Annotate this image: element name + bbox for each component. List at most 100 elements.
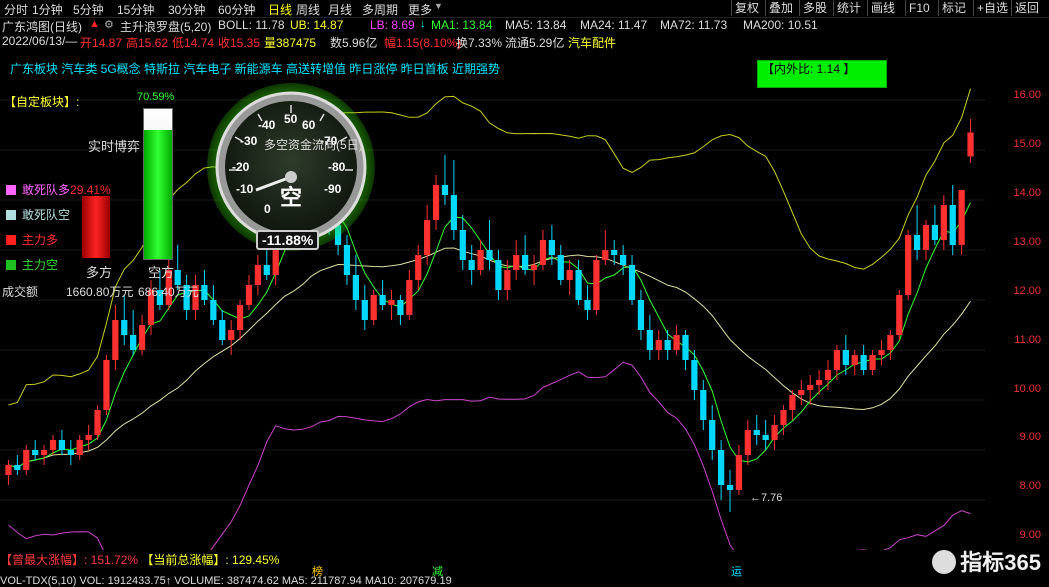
candle[interactable] <box>762 420 769 450</box>
candle[interactable] <box>798 380 805 405</box>
candle[interactable] <box>833 345 841 380</box>
candle[interactable] <box>76 435 83 460</box>
candle[interactable] <box>655 330 662 360</box>
candle[interactable] <box>459 215 466 270</box>
candle[interactable] <box>370 290 377 325</box>
draw-line-button[interactable]: 画线 <box>867 0 898 16</box>
f10-button[interactable]: F10 <box>905 0 933 16</box>
candle[interactable] <box>495 250 502 300</box>
volume-indicator-line[interactable]: VOL-TDX(5,10) VOL: 1912433.75↑ VOLUME: 3… <box>0 575 452 587</box>
tab-monthly[interactable]: 月线 <box>328 1 352 18</box>
tab-1min[interactable]: 1分钟 <box>32 1 63 18</box>
candle[interactable] <box>584 285 591 320</box>
tab-15min[interactable]: 15分钟 <box>117 1 154 18</box>
candle[interactable] <box>352 255 359 310</box>
tab-5min[interactable]: 5分钟 <box>73 1 104 18</box>
candle[interactable] <box>691 350 698 400</box>
candle[interactable] <box>441 155 449 205</box>
candle[interactable] <box>931 205 939 245</box>
add-favorite-button[interactable]: +自选 <box>973 0 1011 16</box>
overlay-button[interactable]: 叠加 <box>765 0 796 16</box>
candle[interactable] <box>468 245 475 285</box>
candle[interactable] <box>85 425 92 450</box>
candle[interactable] <box>130 310 137 355</box>
tab-fenshi[interactable]: 分时 <box>4 1 28 18</box>
candle[interactable] <box>771 415 778 450</box>
candle[interactable] <box>379 280 386 310</box>
candle[interactable] <box>406 270 413 320</box>
candle[interactable] <box>245 275 253 310</box>
candle[interactable] <box>103 355 110 415</box>
candle[interactable] <box>522 235 529 275</box>
candle[interactable] <box>922 220 930 260</box>
candle[interactable] <box>5 460 12 485</box>
candle[interactable] <box>735 445 743 495</box>
candle[interactable] <box>138 315 146 355</box>
candle[interactable] <box>112 305 119 370</box>
candle[interactable] <box>486 220 493 270</box>
indicator-name[interactable]: 主升浪罗盘(5,20) <box>120 18 211 35</box>
candle[interactable] <box>887 330 894 360</box>
candle[interactable] <box>530 255 538 285</box>
candle[interactable] <box>94 405 101 440</box>
candle[interactable] <box>415 245 422 290</box>
candle[interactable] <box>593 255 600 315</box>
candle[interactable] <box>67 440 74 465</box>
candle[interactable] <box>958 190 965 255</box>
candle[interactable] <box>361 285 368 330</box>
candle[interactable] <box>682 330 689 370</box>
settings-icon[interactable]: ⚙ <box>104 18 114 31</box>
candle[interactable] <box>967 119 974 163</box>
tab-more[interactable]: 更多 <box>408 1 432 18</box>
candle[interactable] <box>424 205 431 265</box>
restore-rights-button[interactable]: 复权 <box>731 0 762 16</box>
candle[interactable] <box>949 185 956 255</box>
tab-60min[interactable]: 60分钟 <box>218 1 255 18</box>
candle[interactable] <box>717 440 725 500</box>
candle[interactable] <box>121 295 128 345</box>
candle[interactable] <box>753 415 760 445</box>
tab-weekly[interactable]: 周线 <box>296 1 320 18</box>
candle[interactable] <box>14 455 21 475</box>
candle[interactable] <box>905 230 912 300</box>
candle[interactable] <box>628 255 636 305</box>
candle[interactable] <box>40 445 48 465</box>
candle[interactable] <box>566 260 573 295</box>
candle[interactable] <box>557 245 564 285</box>
candle[interactable] <box>815 370 823 395</box>
multi-stock-button[interactable]: 多股 <box>799 0 830 16</box>
candle[interactable] <box>477 240 484 275</box>
candle[interactable] <box>219 310 226 345</box>
concept-tags[interactable]: 广东板块 汽车类 5G概念 特斯拉 汽车电子 新能源车 高送转增值 昨日涨停 昨… <box>10 60 500 76</box>
candle[interactable] <box>646 315 653 360</box>
mark-button[interactable]: 标记 <box>938 0 969 16</box>
candle[interactable] <box>450 160 457 240</box>
candle[interactable] <box>869 350 876 375</box>
candle[interactable] <box>664 330 671 360</box>
candle[interactable] <box>236 300 244 340</box>
candle[interactable] <box>744 420 751 465</box>
candle[interactable] <box>254 255 262 295</box>
candle[interactable] <box>58 430 66 455</box>
quote-sector[interactable]: 汽车配件 <box>568 34 616 51</box>
back-button[interactable]: 返回 <box>1011 0 1042 16</box>
custom-block-label[interactable]: 【自定板块】: <box>4 93 79 110</box>
candle[interactable] <box>637 290 645 340</box>
statistics-button[interactable]: 统计 <box>833 0 864 16</box>
more-dropdown-icon[interactable]: ▼ <box>434 1 443 11</box>
candle[interactable] <box>210 285 217 325</box>
candle[interactable] <box>940 195 947 250</box>
candle[interactable] <box>709 405 716 460</box>
candle[interactable] <box>432 175 440 230</box>
candle[interactable] <box>700 380 707 430</box>
candle[interactable] <box>913 205 921 260</box>
tab-multi-period[interactable]: 多周期 <box>362 1 398 18</box>
candle[interactable] <box>851 350 858 375</box>
tab-daily[interactable]: 日线 <box>268 1 292 18</box>
candle[interactable] <box>32 440 39 460</box>
candle[interactable] <box>513 240 520 280</box>
candle[interactable] <box>878 340 885 365</box>
candle[interactable] <box>539 230 547 270</box>
candle[interactable] <box>388 290 395 320</box>
candle[interactable] <box>201 270 208 305</box>
